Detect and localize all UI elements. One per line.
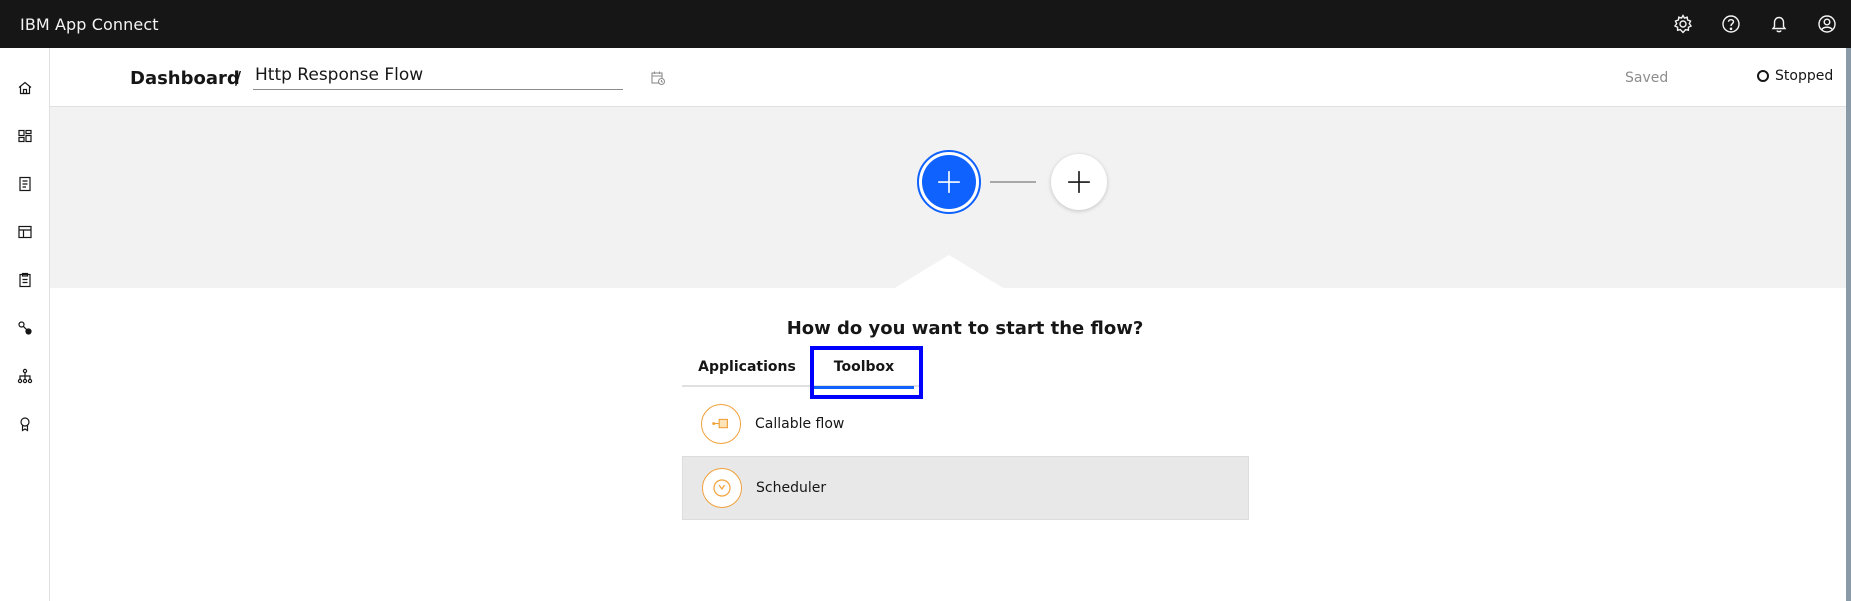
callable-flow-icon — [701, 404, 741, 444]
clipboard-icon[interactable] — [0, 256, 50, 304]
help-icon[interactable] — [1707, 0, 1755, 48]
tool-label: Callable flow — [755, 416, 845, 432]
top-bar-actions — [1659, 0, 1851, 48]
settings-icon[interactable] — [1659, 0, 1707, 48]
side-nav — [0, 48, 50, 601]
toolbox-list: Callable flow Scheduler — [682, 392, 1249, 520]
panel-pointer — [893, 255, 1005, 289]
start-flow-tabs: Applications Toolbox — [682, 347, 922, 389]
add-trigger-plus-icon — [922, 155, 976, 209]
badge-icon[interactable] — [0, 400, 50, 448]
clock-icon — [702, 468, 742, 508]
tool-label: Scheduler — [756, 480, 827, 496]
add-action-plus-icon — [1068, 171, 1090, 193]
status-label: Stopped — [1775, 68, 1834, 84]
catalog-icon[interactable] — [0, 160, 50, 208]
flow-canvas — [50, 107, 1851, 289]
flow-name-input[interactable] — [253, 60, 623, 90]
dashboard-icon[interactable] — [0, 112, 50, 160]
flow-status[interactable]: Stopped — [1757, 68, 1833, 84]
notification-icon[interactable] — [1755, 0, 1803, 48]
user-avatar-icon[interactable] — [1803, 0, 1851, 48]
app-title[interactable]: IBM App Connect — [20, 15, 159, 34]
status-indicator-icon — [1757, 70, 1769, 82]
schedule-settings-icon[interactable] — [650, 70, 666, 86]
add-action-node[interactable] — [1051, 154, 1107, 210]
tool-item-scheduler[interactable]: Scheduler — [682, 456, 1249, 520]
breadcrumb-separator: / — [235, 68, 242, 89]
tab-applications[interactable]: Applications — [682, 347, 812, 387]
hierarchy-icon[interactable] — [0, 352, 50, 400]
breadcrumb-dashboard[interactable]: Dashboard — [130, 68, 240, 89]
tool-item-callable-flow[interactable]: Callable flow — [682, 392, 1249, 456]
saved-status: Saved — [1625, 70, 1669, 86]
home-icon[interactable] — [0, 64, 50, 112]
flow-connector — [990, 181, 1036, 183]
start-flow-question: How do you want to start the flow? — [786, 318, 1144, 339]
connections-icon[interactable] — [0, 304, 50, 352]
templates-icon[interactable] — [0, 208, 50, 256]
add-trigger-node[interactable] — [917, 150, 981, 214]
window-edge — [1846, 48, 1851, 601]
flow-header: Dashboard / Saved Stopped — [50, 48, 1851, 107]
top-bar: IBM App Connect — [0, 0, 1851, 48]
tab-toolbox[interactable]: Toolbox — [814, 347, 914, 389]
